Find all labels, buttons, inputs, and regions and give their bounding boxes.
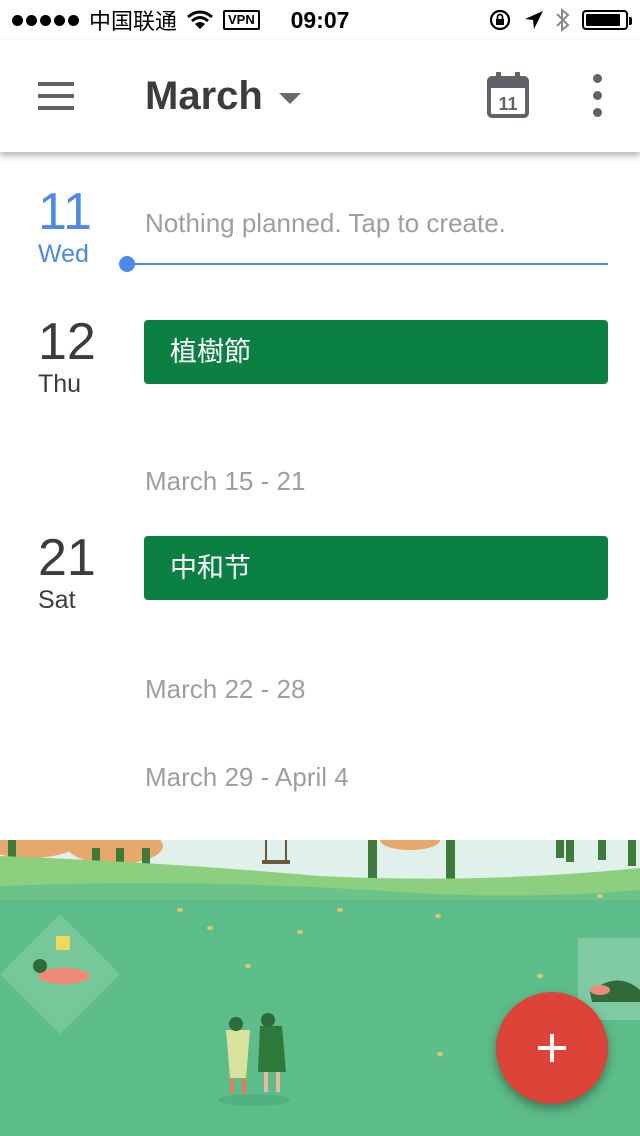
status-right bbox=[488, 0, 632, 40]
event-chip[interactable]: 中和节 bbox=[144, 536, 608, 600]
vpn-badge: VPN bbox=[223, 10, 260, 30]
week-header: March 22 - 28 bbox=[145, 674, 306, 704]
dropdown-caret-icon bbox=[278, 92, 301, 104]
day-number: 11 bbox=[38, 183, 92, 241]
wifi-icon bbox=[187, 10, 213, 29]
event-chip[interactable]: 植樹節 bbox=[144, 320, 608, 384]
week-header: March 15 - 21 bbox=[145, 466, 306, 496]
calendar-today-icon: 11 bbox=[487, 72, 529, 118]
carrier-name: 中国联通 bbox=[89, 9, 178, 34]
signal-strength-icon bbox=[12, 14, 79, 26]
rotation-lock-icon bbox=[489, 9, 511, 31]
plus-icon-vertical bbox=[550, 1034, 554, 1062]
calendar-today-button[interactable]: 11 bbox=[487, 72, 529, 118]
add-event-button[interactable] bbox=[496, 992, 608, 1104]
status-left: 中国联通 VPN bbox=[12, 0, 260, 40]
day-name: Thu bbox=[38, 370, 82, 398]
day-number: 12 bbox=[38, 313, 96, 371]
menu-icon[interactable] bbox=[38, 82, 74, 110]
day-name: Wed bbox=[38, 240, 89, 268]
month-selector[interactable]: March bbox=[145, 70, 301, 122]
location-arrow-icon bbox=[525, 11, 543, 29]
more-options-icon[interactable] bbox=[586, 74, 610, 118]
app-bar: March 11 bbox=[0, 40, 640, 152]
current-time-dot bbox=[119, 256, 135, 272]
day-number: 21 bbox=[38, 529, 96, 587]
bluetooth-icon bbox=[556, 8, 570, 32]
day-name: Sat bbox=[38, 586, 76, 614]
month-title: March bbox=[145, 73, 263, 118]
agenda-list: 11 Wed Nothing planned. Tap to create. 1… bbox=[0, 152, 640, 840]
week-header: March 29 - April 4 bbox=[145, 762, 349, 792]
today-day-number: 11 bbox=[498, 94, 517, 114]
empty-day-prompt[interactable]: Nothing planned. Tap to create. bbox=[145, 208, 506, 239]
battery-icon bbox=[582, 10, 632, 30]
current-time-line bbox=[128, 263, 608, 265]
status-bar: 中国联通 VPN 09:07 bbox=[0, 0, 640, 40]
